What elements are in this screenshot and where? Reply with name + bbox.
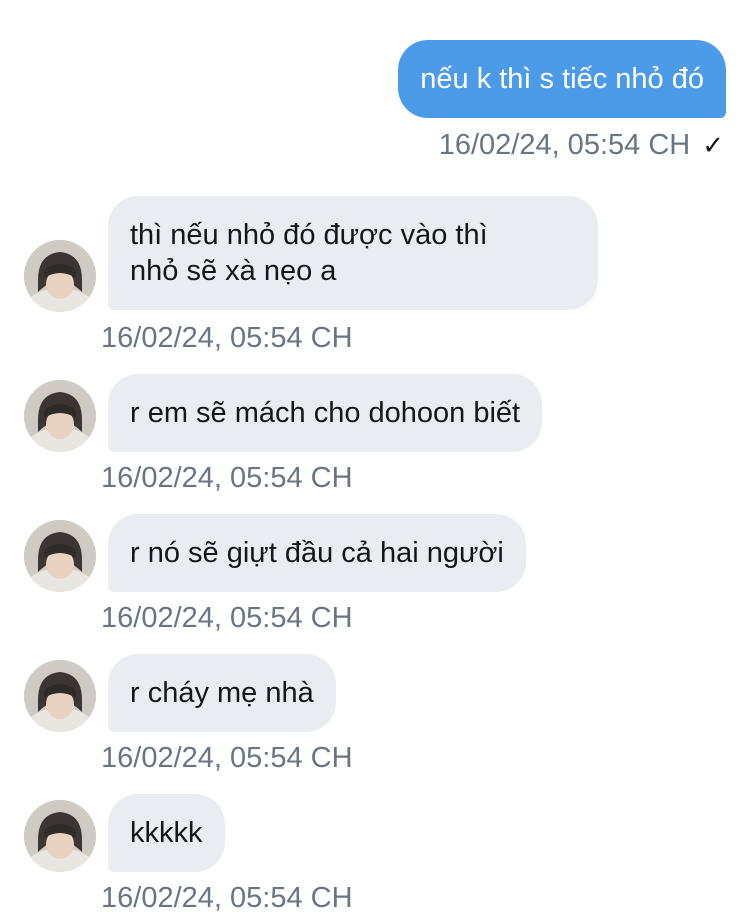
avatar[interactable] — [24, 520, 96, 592]
incoming-message-bubble[interactable]: kkkkk — [108, 794, 225, 872]
message-timestamp: 16/02/24, 05:54 CH — [101, 882, 353, 914]
message-timestamp: 16/02/24, 05:54 CH — [101, 742, 353, 774]
message-text-line: thì nếu nhỏ đó được vào thì — [130, 219, 488, 251]
message-text-line: nhỏ sẽ xà nẹo a — [130, 255, 337, 287]
message-text-line: kkkkk — [130, 817, 203, 849]
message-text-line: r nó sẽ giựt đầu cả hai người — [130, 537, 504, 569]
avatar[interactable] — [24, 240, 96, 312]
timestamp-text: 16/02/24, 05:54 CH — [438, 129, 691, 161]
message-timestamp: 16/02/24, 05:54 CH — [101, 462, 353, 494]
message-text-line: r cháy mẹ nhà — [130, 677, 314, 709]
message-text: nếu k thì s tiếc nhỏ đó — [420, 63, 704, 95]
message-timestamp: 16/02/24, 05:54 CH — [101, 602, 353, 634]
chat-thread: nếu k thì s tiếc nhỏ đó 16/02/24, 05:54 … — [0, 0, 750, 920]
incoming-message-bubble[interactable]: r nó sẽ giựt đầu cả hai người — [108, 514, 526, 592]
avatar[interactable] — [24, 380, 96, 452]
message-timestamp: 16/02/24, 05:54 CH — [101, 322, 353, 354]
message-text-line: r em sẽ mách cho dohoon biết — [130, 397, 521, 429]
avatar[interactable] — [24, 660, 96, 732]
outgoing-message-bubble[interactable]: nếu k thì s tiếc nhỏ đó — [398, 40, 726, 118]
message-timestamp: 16/02/24, 05:54 CH ✓ — [439, 128, 724, 162]
incoming-message-bubble[interactable]: r em sẽ mách cho dohoon biết — [108, 374, 543, 452]
checkmark-icon: ✓ — [702, 130, 724, 160]
incoming-message-bubble[interactable]: r cháy mẹ nhà — [108, 654, 336, 732]
avatar[interactable] — [24, 800, 96, 872]
incoming-message-bubble[interactable]: thì nếu nhỏ đó được vào thì nhỏ sẽ xà nẹ… — [108, 196, 598, 310]
